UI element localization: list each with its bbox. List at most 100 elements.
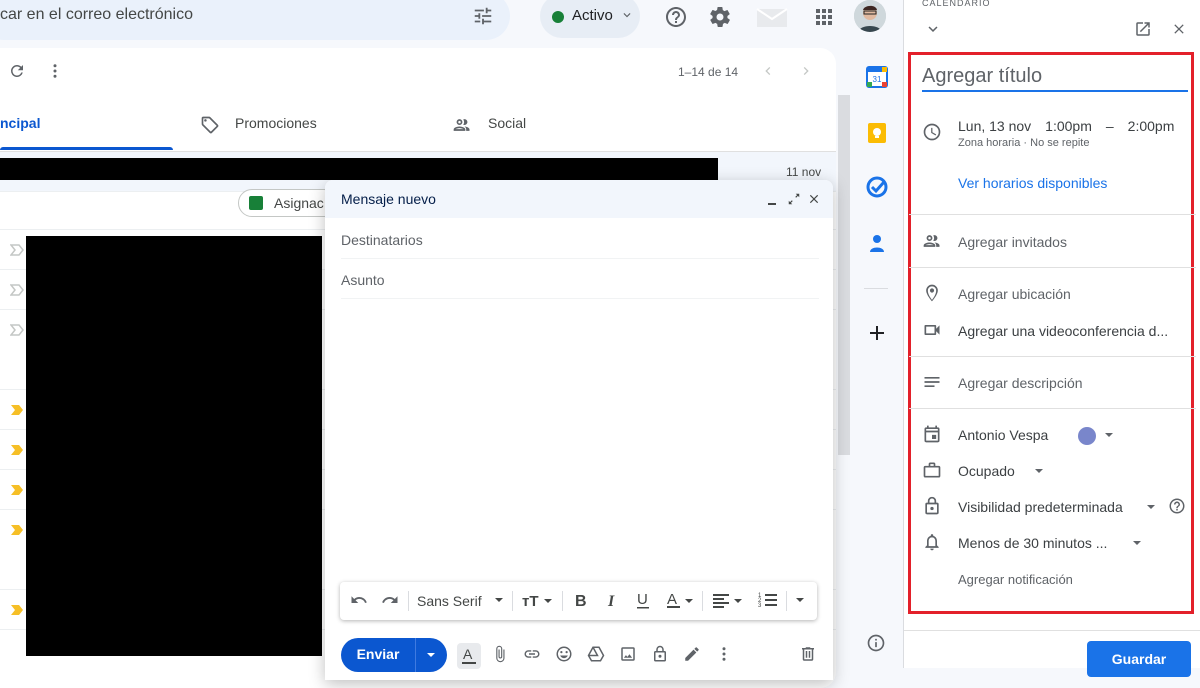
search-options-icon[interactable] <box>472 5 494 27</box>
event-end-time[interactable]: 2:00pm <box>1128 118 1175 134</box>
signature-pen-icon[interactable] <box>683 645 701 663</box>
calendar-select-row[interactable]: Antonio Vespa <box>922 424 1192 446</box>
tab-promociones[interactable]: Promociones <box>190 105 410 151</box>
scrollbar[interactable] <box>838 95 850 455</box>
people-icon <box>923 235 940 247</box>
help-icon[interactable] <box>1168 497 1186 515</box>
apps-grid-icon[interactable] <box>812 5 836 29</box>
save-button[interactable]: Guardar <box>1087 641 1191 677</box>
contacts-icon[interactable] <box>866 232 888 254</box>
tag-icon <box>201 116 219 134</box>
send-button[interactable]: Enviar <box>341 638 447 672</box>
compose-header[interactable]: Mensaje nuevo <box>325 180 833 218</box>
align-icon[interactable] <box>712 591 744 609</box>
numbered-list-icon[interactable]: 123 <box>758 591 778 609</box>
calendar-app-icon[interactable]: 31 <box>866 66 888 88</box>
italic-icon[interactable]: I <box>603 591 621 609</box>
status-selector[interactable]: Activo <box>540 0 640 38</box>
add-notification-link[interactable]: Agregar notificación <box>958 572 1073 587</box>
divider <box>408 591 409 611</box>
schedule-send-dropdown-icon[interactable] <box>425 649 437 661</box>
divider <box>904 630 1200 631</box>
minimize-icon[interactable] <box>766 194 778 206</box>
emoji-icon[interactable] <box>555 645 573 663</box>
add-guests-row[interactable]: Agregar invitados <box>922 231 1192 253</box>
divider <box>512 591 513 611</box>
keep-icon[interactable] <box>866 122 888 144</box>
importance-marker-icon <box>11 445 23 455</box>
refresh-icon[interactable] <box>8 62 26 80</box>
message-body[interactable] <box>341 302 819 572</box>
more-options-icon[interactable] <box>715 645 733 663</box>
add-description-row[interactable]: Agregar descripción <box>922 372 1192 394</box>
importance-marker-icon <box>10 324 24 336</box>
chevron-down-icon[interactable] <box>494 595 504 605</box>
confidential-lock-icon[interactable] <box>651 645 669 663</box>
chevron-down-icon[interactable] <box>1104 430 1114 440</box>
trash-icon[interactable] <box>799 645 817 663</box>
divider <box>562 591 563 611</box>
link-icon[interactable] <box>523 645 541 663</box>
reminder-label: Menos de 30 minutos ... <box>958 535 1108 551</box>
open-in-new-icon[interactable] <box>1134 20 1152 38</box>
timezone-recurrence[interactable]: Zona horaria · No se repite <box>958 137 1089 149</box>
chevron-right-icon[interactable] <box>798 63 814 79</box>
attach-icon[interactable] <box>491 645 509 663</box>
redo-icon[interactable] <box>381 591 399 609</box>
divider <box>864 288 888 289</box>
formatting-toolbar: Sans Serif тТ B I U A 123 <box>340 582 817 620</box>
save-label: Guardar <box>1111 651 1167 667</box>
undo-icon[interactable] <box>350 591 368 609</box>
help-icon[interactable] <box>664 5 688 29</box>
info-icon[interactable] <box>866 633 886 653</box>
calendar-color-dot[interactable] <box>1078 427 1096 445</box>
availability-link[interactable]: Ver horarios disponibles <box>958 175 1107 191</box>
event-title-input[interactable] <box>922 62 1188 92</box>
search-bar[interactable]: car en el correo electrónico <box>0 0 510 40</box>
font-family-select[interactable]: Sans Serif <box>417 593 482 609</box>
envelope-icon[interactable] <box>756 4 788 28</box>
subject-placeholder: Asunto <box>341 272 385 288</box>
visibility-select[interactable]: Visibilidad predeterminada <box>922 496 1162 518</box>
add-location-row[interactable]: Agregar ubicación <box>922 283 1192 305</box>
description-lines-icon <box>924 377 940 387</box>
bold-icon[interactable]: B <box>572 591 590 609</box>
sheets-icon <box>249 196 263 210</box>
send-label: Enviar <box>356 646 400 662</box>
font-size-icon[interactable]: тТ <box>522 591 552 609</box>
reminder-select[interactable]: Menos de 30 minutos ... <box>922 532 1142 554</box>
chevron-down-icon[interactable] <box>924 20 942 38</box>
underline-icon[interactable]: U <box>634 591 652 609</box>
more-formatting-icon[interactable] <box>795 595 805 605</box>
chevron-down-icon <box>1035 469 1043 473</box>
event-start-time[interactable]: 1:00pm <box>1045 118 1092 134</box>
tab-social[interactable]: Social <box>450 105 650 151</box>
image-icon[interactable] <box>619 645 637 663</box>
tab-principal[interactable]: ncipal <box>0 105 173 151</box>
formatting-options-icon[interactable]: A <box>457 643 481 669</box>
subject-field[interactable]: Asunto <box>341 259 819 299</box>
status-dot <box>552 11 564 23</box>
visibility-label: Visibilidad predeterminada <box>958 499 1123 515</box>
text-color-icon[interactable]: A <box>665 591 695 609</box>
plus-icon[interactable] <box>866 322 888 344</box>
availability-select[interactable]: Ocupado <box>922 460 1082 482</box>
close-icon[interactable] <box>1171 21 1187 37</box>
close-icon[interactable] <box>807 192 821 206</box>
divider <box>415 638 416 672</box>
avatar[interactable] <box>854 0 886 32</box>
chevron-left-icon[interactable] <box>760 63 776 79</box>
more-vert-icon[interactable] <box>46 62 64 80</box>
drive-icon[interactable] <box>587 645 605 663</box>
event-date[interactable]: Lun, 13 nov <box>958 118 1031 134</box>
attachment-chip[interactable]: Asignac <box>238 189 338 217</box>
expand-icon[interactable] <box>787 192 801 206</box>
svg-text:тТ: тТ <box>522 593 539 609</box>
event-datetime[interactable]: Lun, 13 nov 1:00pm –2:00pm <box>958 118 1188 134</box>
search-input-text[interactable]: car en el correo electrónico <box>0 6 193 24</box>
svg-text:A: A <box>463 646 473 662</box>
gear-icon[interactable] <box>708 5 732 29</box>
recipients-field[interactable]: Destinatarios <box>341 219 819 259</box>
tasks-icon[interactable] <box>866 176 888 198</box>
add-videoconference-row[interactable]: Agregar una videoconferencia d... <box>922 320 1192 342</box>
